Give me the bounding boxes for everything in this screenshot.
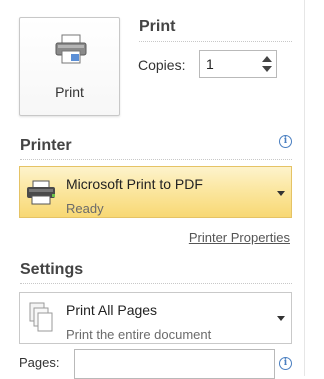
printer-heading-divider (20, 159, 292, 160)
info-icon[interactable]: i (279, 135, 292, 148)
print-range-dropdown[interactable]: Print All Pages Print the entire documen… (19, 292, 292, 344)
spin-up-icon[interactable] (262, 56, 272, 62)
printer-icon (55, 34, 87, 64)
chevron-down-icon (277, 316, 285, 321)
copies-stepper[interactable]: 1 (199, 50, 277, 78)
chevron-down-icon (277, 191, 285, 196)
printer-dropdown[interactable]: Microsoft Print to PDF Ready (19, 166, 292, 218)
pages-input[interactable] (74, 349, 275, 379)
info-icon[interactable]: i (279, 357, 292, 370)
pages-label: Pages: (19, 355, 60, 370)
selected-printer-name: Microsoft Print to PDF (66, 176, 203, 192)
printer-device-icon (27, 180, 55, 205)
settings-heading-divider (20, 283, 292, 284)
print-button[interactable]: Print (19, 17, 120, 116)
pages-icon (29, 302, 53, 332)
printer-properties-link[interactable]: Printer Properties (189, 230, 290, 245)
range-option-title: Print All Pages (66, 302, 158, 318)
copies-label: Copies: (138, 57, 186, 73)
printer-status: Ready (66, 201, 104, 216)
copies-spinner (258, 51, 276, 77)
printer-heading: Printer (20, 137, 72, 154)
print-heading-divider (139, 41, 292, 42)
spin-down-icon[interactable] (262, 66, 272, 72)
print-button-label: Print (55, 84, 84, 100)
print-heading: Print (139, 18, 176, 35)
settings-heading: Settings (20, 261, 84, 278)
range-option-subtitle: Print the entire document (66, 327, 212, 342)
copies-value[interactable]: 1 (206, 56, 214, 72)
panel-divider (304, 0, 305, 376)
